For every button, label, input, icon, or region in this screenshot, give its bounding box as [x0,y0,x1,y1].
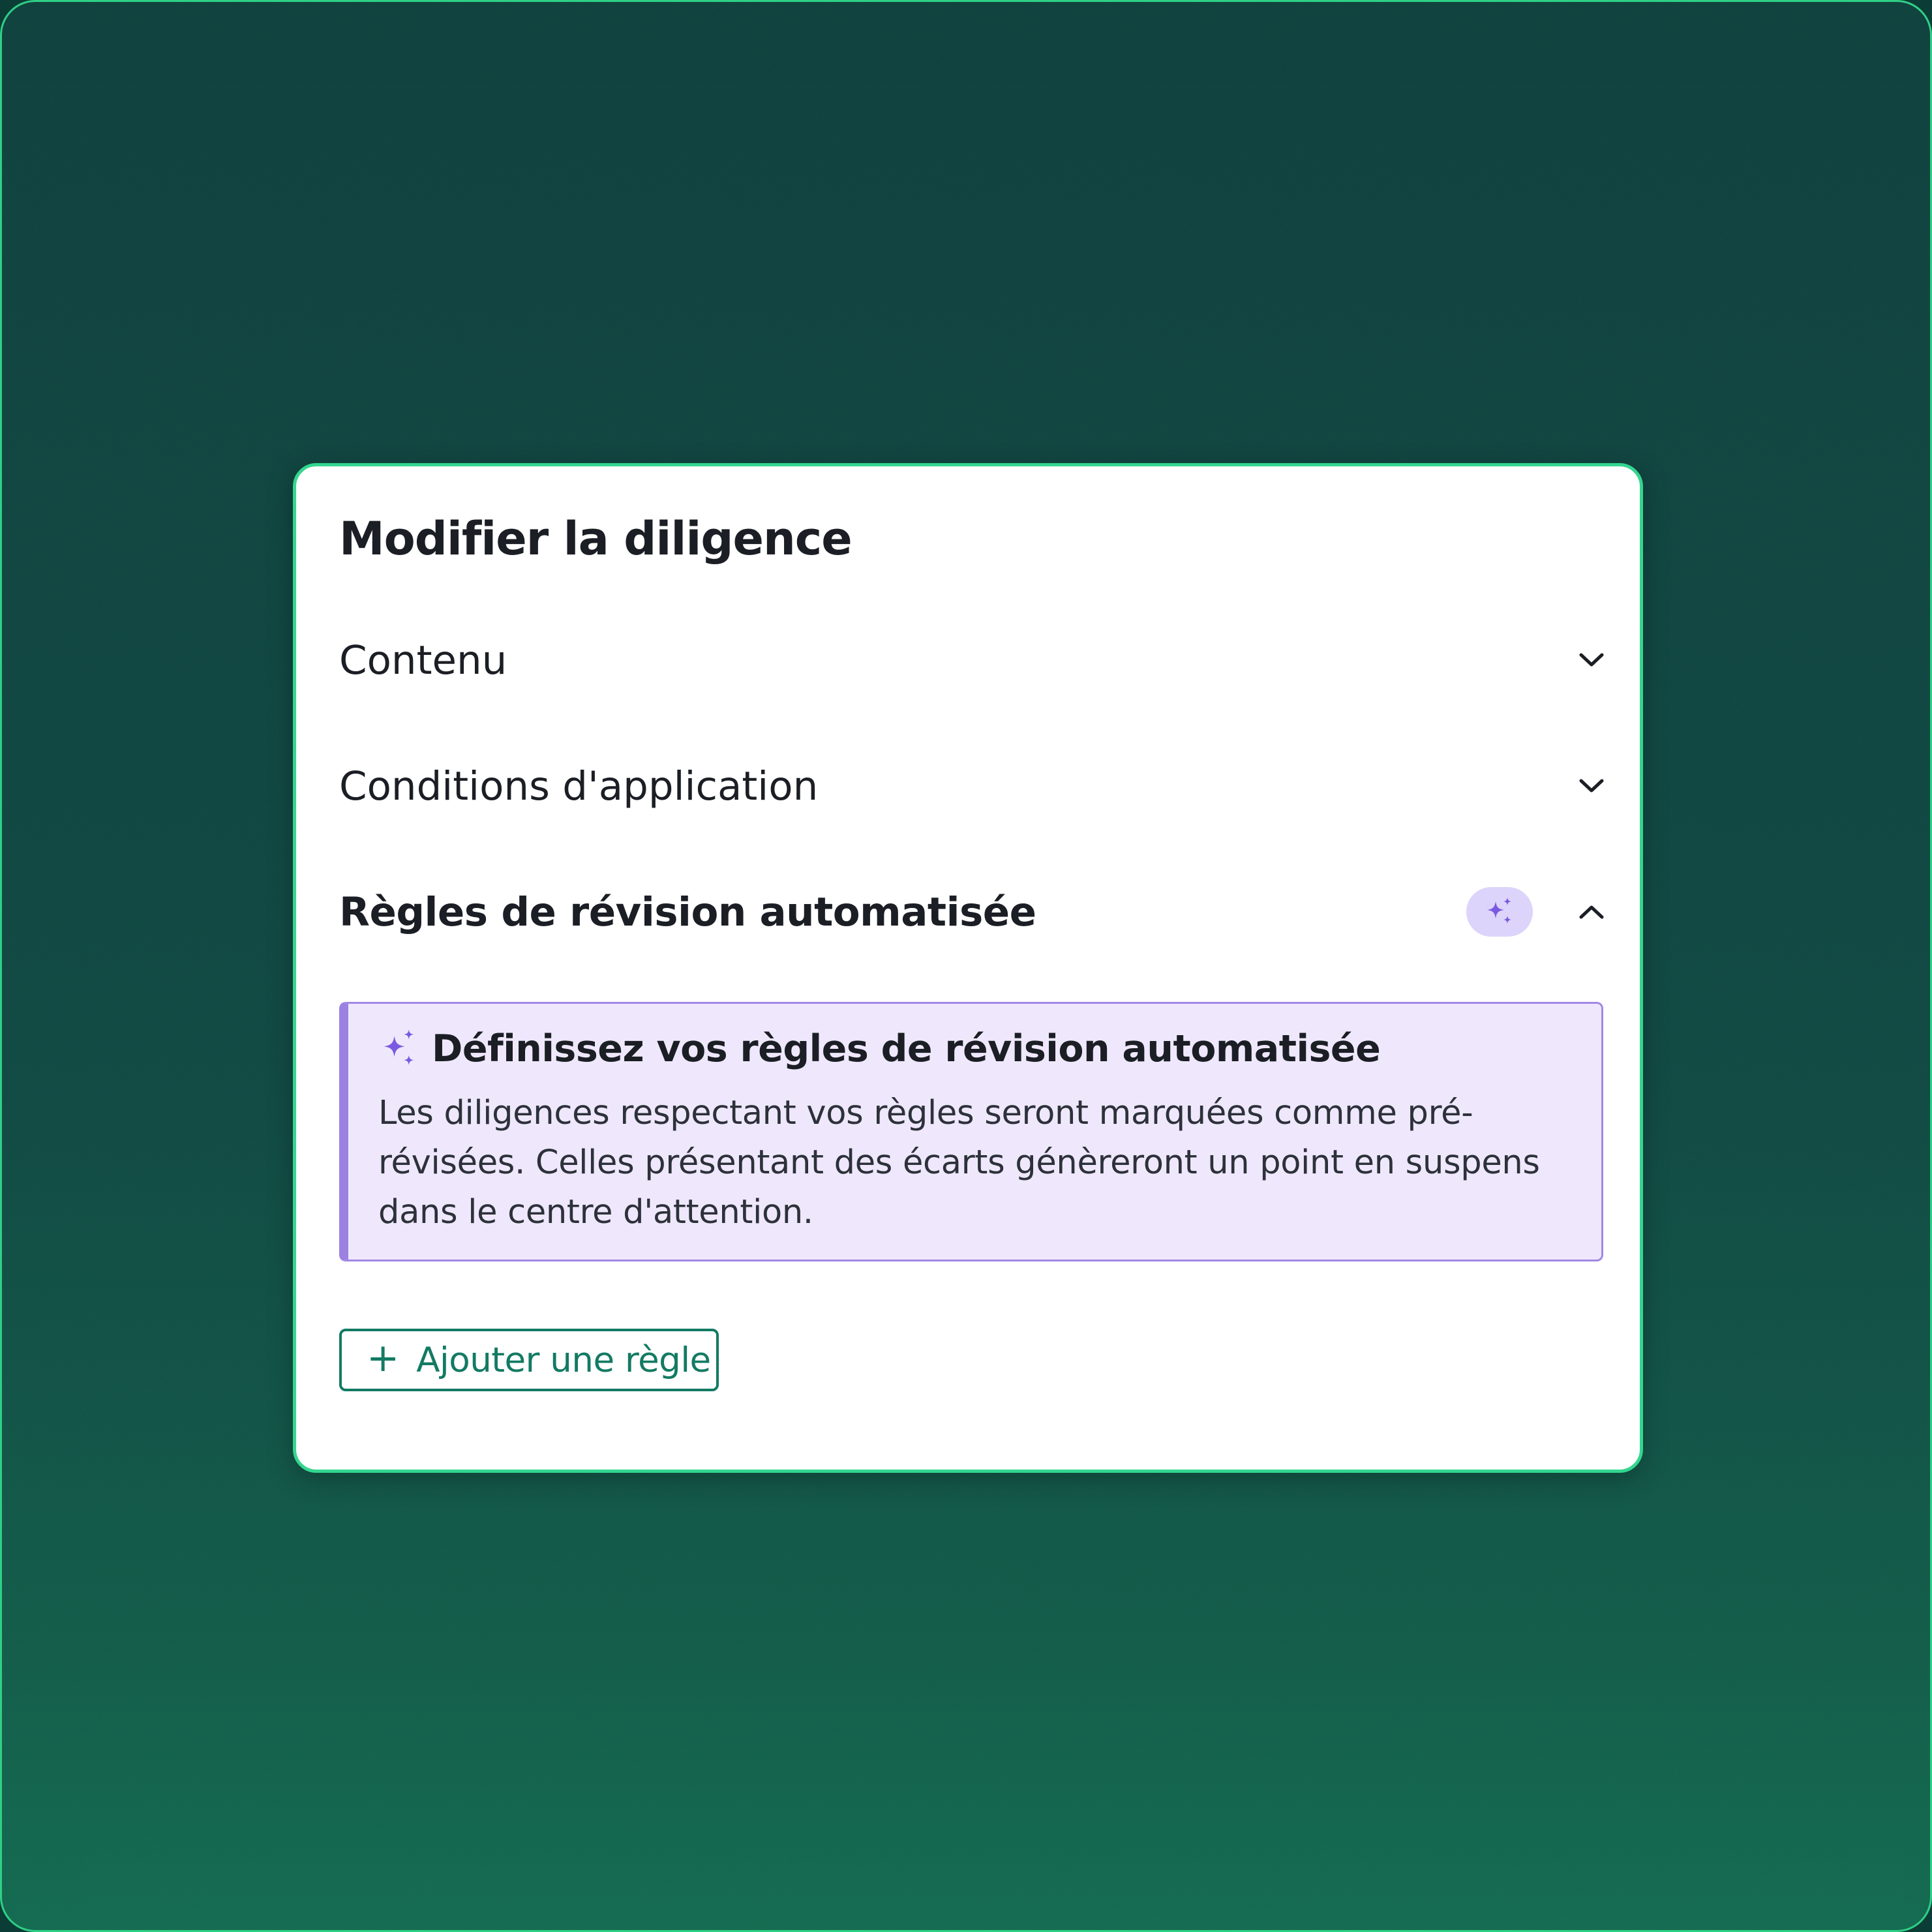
add-rule-label: Ajouter une règle [416,1340,711,1380]
callout-header: Définissez vos règles de révision automa… [378,1027,1381,1070]
section-header-conditions[interactable]: Conditions d'application [339,760,1611,812]
automated-review-info-callout: Définissez vos règles de révision automa… [339,1002,1603,1261]
sparkles-icon [384,1029,414,1065]
background-frame: Modifier la diligence Contenu Conditions… [0,0,1932,1932]
chevron-down-icon[interactable] [1572,641,1611,680]
callout-description: Les diligences respectant vos règles ser… [378,1094,1540,1231]
ai-badge[interactable] [1466,887,1533,937]
section-label: Contenu [339,637,507,684]
sparkles-icon [1487,898,1511,924]
plus-icon: + [367,1335,400,1381]
section-label: Règles de révision automatisée [339,888,1036,935]
section-header-contenu[interactable]: Contenu [339,634,1611,686]
chevron-down-icon[interactable] [1572,766,1611,806]
section-label: Conditions d'application [339,762,819,809]
callout-title: Définissez vos règles de révision automa… [432,1027,1381,1070]
section-header-automated-review-rules[interactable]: Règles de révision automatisée [339,886,1611,938]
add-rule-button[interactable]: + Ajouter une règle [339,1329,719,1391]
edit-diligence-dialog: Modifier la diligence Contenu Conditions… [293,463,1643,1473]
chevron-up-icon[interactable] [1572,892,1611,931]
dialog-title: Modifier la diligence [339,512,853,566]
